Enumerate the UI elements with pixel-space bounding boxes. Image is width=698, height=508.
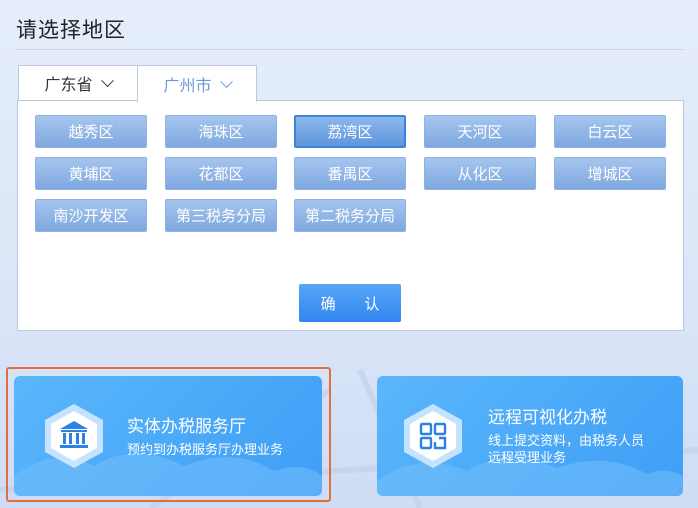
district-button-zengcheng[interactable]: 增城区 <box>554 157 666 190</box>
district-button-yuexiu[interactable]: 越秀区 <box>35 115 147 148</box>
tab-province[interactable]: 广东省 <box>18 65 138 101</box>
district-button-baiyun[interactable]: 白云区 <box>554 115 666 148</box>
video-call-icon <box>404 404 462 468</box>
district-button-panyu[interactable]: 番禺区 <box>294 157 406 190</box>
card-remote-desc-line2: 远程受理业务 <box>488 451 567 466</box>
district-button-second-branch[interactable]: 第二税务分局 <box>294 199 406 232</box>
district-button-tianhe[interactable]: 天河区 <box>424 115 536 148</box>
district-button-third-branch[interactable]: 第三税务分局 <box>165 199 277 232</box>
district-button-liwan[interactable]: 荔湾区 <box>294 115 406 148</box>
card-remote-desc-line1: 线上提交资料，由税务人员 <box>488 434 645 449</box>
tab-province-label: 广东省 <box>44 75 93 94</box>
district-button-haizhu[interactable]: 海珠区 <box>165 115 277 148</box>
card-remote-title: 远程可视化办税 <box>488 408 607 428</box>
selection-highlight-frame <box>6 367 331 502</box>
chevron-down-icon <box>219 74 233 88</box>
district-button-huangpu[interactable]: 黄埔区 <box>35 157 147 190</box>
district-button-huadu[interactable]: 花都区 <box>165 157 277 190</box>
tab-city[interactable]: 广州市 <box>137 65 257 102</box>
district-button-nansha[interactable]: 南沙开发区 <box>35 199 147 232</box>
chevron-down-icon <box>100 73 114 87</box>
card-remote-visual[interactable]: 远程可视化办税 线上提交资料，由税务人员 远程受理业务 <box>377 376 683 496</box>
confirm-button[interactable]: 确 认 <box>299 284 401 322</box>
district-button-conghua[interactable]: 从化区 <box>424 157 536 190</box>
page-title: 请选择地区 <box>16 18 126 42</box>
tab-city-label: 广州市 <box>163 76 212 95</box>
title-divider <box>16 49 684 50</box>
